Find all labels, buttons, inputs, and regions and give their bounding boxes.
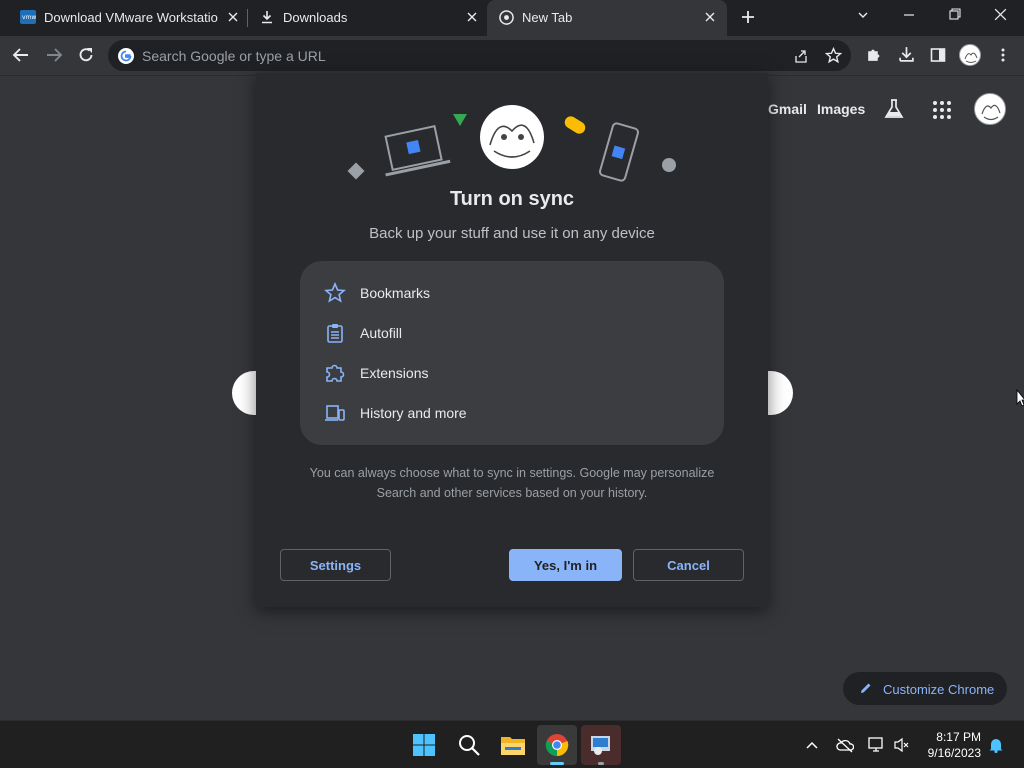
gmail-link[interactable]: Gmail (768, 101, 807, 117)
dialog-note: You can always choose what to sync in se… (309, 466, 715, 500)
active-indicator (550, 762, 564, 765)
tab-new-tab[interactable]: New Tab (487, 0, 727, 36)
feature-label: History and more (360, 405, 467, 421)
settings-button[interactable]: Settings (280, 549, 391, 581)
vmware-icon: vmw (20, 10, 36, 24)
chrome-icon (499, 10, 514, 25)
profile-avatar[interactable] (959, 44, 981, 66)
close-icon[interactable] (703, 10, 717, 24)
close-icon[interactable] (465, 10, 479, 24)
chrome-taskbar-item[interactable] (537, 725, 577, 765)
feature-label: Autofill (360, 325, 403, 341)
customize-label: Customize Chrome (883, 682, 995, 697)
extensions-icon[interactable] (865, 47, 882, 64)
images-link[interactable]: Images (817, 101, 865, 117)
network-icon[interactable] (868, 737, 886, 753)
apps-grid-icon[interactable] (932, 100, 952, 120)
restore-icon[interactable] (948, 7, 962, 21)
toolbar: Search Google or type a URL (0, 36, 1024, 76)
tab-downloads[interactable]: Downloads (250, 0, 486, 34)
volume-muted-icon[interactable] (894, 737, 910, 753)
close-window-icon[interactable] (993, 7, 1008, 22)
system-clock[interactable]: 8:17 PM 9/16/2023 (928, 729, 981, 761)
sync-illustration (336, 95, 696, 185)
notification-bell-icon[interactable] (988, 737, 1004, 753)
taskbar: 8:17 PM 9/16/2023 (0, 720, 1024, 768)
star-icon[interactable] (825, 47, 842, 64)
onedrive-cloud-icon[interactable] (836, 737, 854, 753)
tab-title: Downloads (283, 10, 348, 25)
tab-title: New Tab (522, 10, 573, 25)
devices-icon (324, 402, 346, 424)
side-panel-icon[interactable] (930, 47, 946, 63)
windows-start-icon[interactable] (412, 733, 436, 757)
feature-extensions: Extensions (324, 361, 428, 385)
forward-icon[interactable] (45, 46, 63, 64)
feature-label: Bookmarks (360, 285, 431, 301)
sync-dialog: Turn on sync Back up your stuff and use … (256, 73, 768, 607)
download-icon (260, 10, 274, 24)
cancel-button[interactable]: Cancel (633, 549, 744, 581)
omnibox[interactable]: Search Google or type a URL (108, 40, 851, 71)
installer-taskbar-item[interactable] (581, 725, 621, 765)
star-icon (324, 282, 346, 304)
tab-search-chevron-icon[interactable] (856, 8, 870, 22)
account-avatar[interactable] (974, 93, 1006, 125)
feature-autofill: Autofill (324, 321, 402, 345)
sync-feature-list: Bookmarks Autofill Extensions History an… (300, 261, 724, 445)
show-hidden-icons-chevron-icon[interactable] (805, 738, 819, 752)
labs-flask-icon[interactable] (883, 98, 905, 120)
search-icon[interactable] (457, 733, 481, 757)
new-tab-icon[interactable] (740, 9, 756, 25)
reload-icon[interactable] (77, 46, 95, 64)
dialog-subtitle: Back up your stuff and use it on any dev… (369, 225, 655, 242)
puzzle-icon (324, 362, 346, 384)
clipboard-icon (324, 322, 346, 344)
clock-time: 8:17 PM (936, 730, 981, 744)
share-icon[interactable] (793, 48, 809, 64)
mouse-cursor-icon (1016, 389, 1024, 407)
customize-chrome-button[interactable]: Customize Chrome (843, 672, 1007, 705)
clock-date: 9/16/2023 (927, 746, 981, 760)
downloads-icon[interactable] (898, 46, 915, 63)
back-icon[interactable] (12, 46, 30, 64)
tab-title: Download VMware Workstation P (44, 10, 218, 25)
close-icon[interactable] (226, 10, 240, 24)
feature-bookmarks: Bookmarks (324, 281, 430, 305)
menu-kebab-icon[interactable] (995, 47, 1011, 63)
feature-label: Extensions (360, 365, 429, 381)
google-icon (118, 48, 134, 64)
dialog-title: Turn on sync (449, 188, 575, 210)
yes-im-in-button[interactable]: Yes, I'm in (509, 549, 622, 581)
running-indicator (598, 762, 604, 765)
tab-divider (247, 9, 248, 27)
tab-vmware[interactable]: vmw Download VMware Workstation P (8, 0, 244, 34)
omnibox-placeholder: Search Google or type a URL (142, 48, 326, 64)
tab-strip: vmw Download VMware Workstation P Downlo… (0, 0, 1024, 36)
pencil-icon (859, 681, 873, 695)
file-explorer-icon[interactable] (500, 734, 526, 756)
minimize-icon[interactable] (902, 8, 916, 22)
feature-history: History and more (324, 401, 467, 425)
